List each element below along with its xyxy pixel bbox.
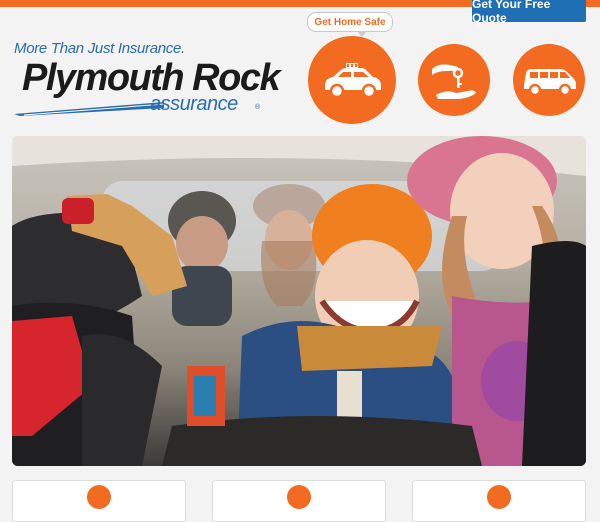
orange-circle-icon (487, 485, 511, 509)
key-handoff-icon (432, 64, 476, 99)
get-home-safe-callout[interactable]: Get Home Safe (307, 12, 393, 32)
taxi-icon (325, 63, 381, 99)
get-free-quote-button[interactable]: Get Your Free Quote (472, 0, 586, 25)
minivan-service-button[interactable] (513, 44, 585, 116)
logo-subtitle: assurance (150, 93, 238, 115)
feature-card-1[interactable] (12, 480, 186, 522)
taxi-service-button[interactable] (308, 36, 396, 124)
feature-card-3[interactable] (412, 480, 586, 522)
logo-registered-mark: ® (255, 104, 261, 111)
orange-circle-icon (87, 485, 111, 509)
hero-illustration (12, 136, 586, 466)
logo-wordmark[interactable]: Plymouth Rock (22, 58, 281, 98)
logo-swoosh-icon (14, 102, 164, 116)
hero-family-photo (12, 136, 586, 466)
minivan-icon (524, 69, 576, 97)
tagline: More Than Just Insurance. (14, 40, 185, 57)
designated-driver-button[interactable] (418, 44, 490, 116)
feature-card-2[interactable] (212, 480, 386, 522)
orange-circle-icon (287, 485, 311, 509)
